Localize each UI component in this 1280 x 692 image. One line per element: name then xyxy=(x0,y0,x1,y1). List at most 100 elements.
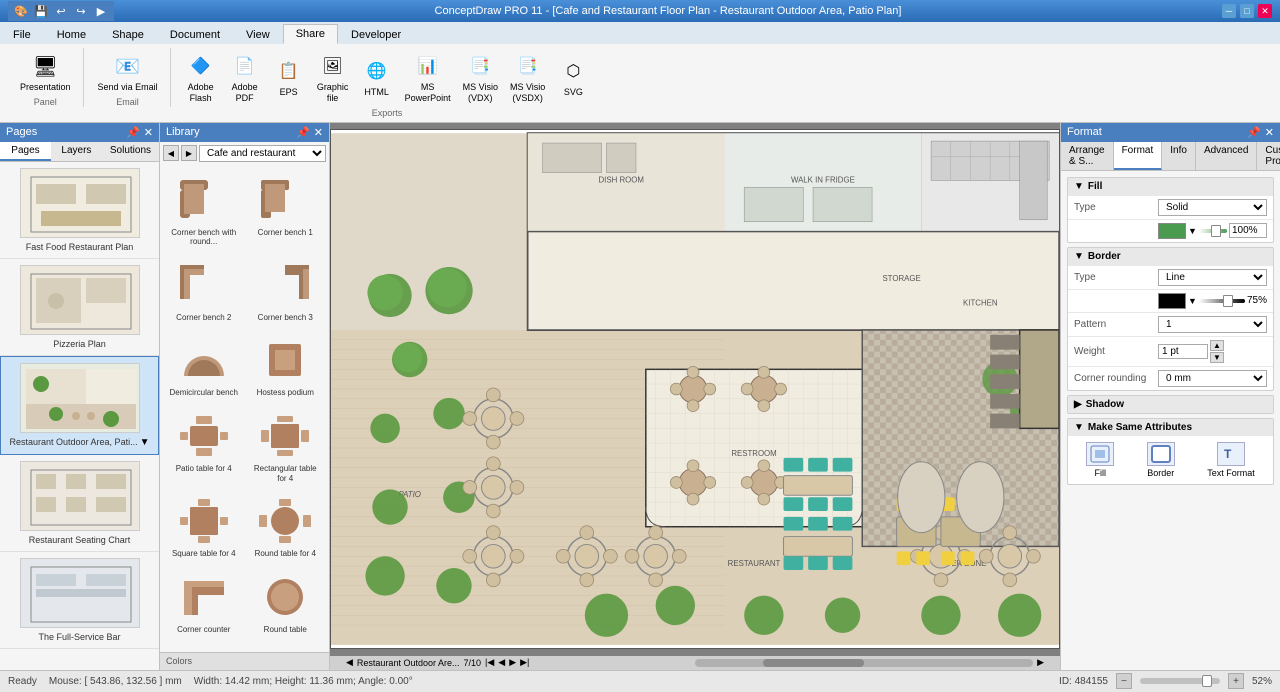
redo-button[interactable]: ↪ xyxy=(72,2,90,20)
lib-item-square-table-4[interactable]: Square table for 4 xyxy=(164,490,244,564)
fmt-tab-info[interactable]: Info xyxy=(1162,142,1196,170)
html-button[interactable]: 🌐 HTML xyxy=(357,53,397,100)
zoom-slider[interactable] xyxy=(1140,678,1220,684)
fill-type-select[interactable]: Solid xyxy=(1158,199,1267,216)
weight-down-btn[interactable]: ▼ xyxy=(1210,352,1224,363)
fill-opacity-input[interactable] xyxy=(1229,223,1267,238)
page-item-fastfood[interactable]: Fast Food Restaurant Plan xyxy=(0,162,159,259)
ms-powerpoint-button[interactable]: 📊 MSPowerPoint xyxy=(401,48,455,106)
page-item-restaurant-outdoor[interactable]: Restaurant Outdoor Area, Pati... ▼ xyxy=(0,356,159,455)
lib-item-corner-bench-round[interactable]: Corner bench with round... xyxy=(164,169,244,252)
nav-next[interactable]: ▶ xyxy=(509,657,516,668)
canvas-scrollbar-horizontal[interactable]: ◀ Restaurant Outdoor Are... 7/10 |◀ ◀ ▶ … xyxy=(330,656,1060,670)
tab-home[interactable]: Home xyxy=(44,24,99,44)
fill-opacity-slider[interactable] xyxy=(1199,229,1227,233)
undo-button[interactable]: ↩ xyxy=(52,2,70,20)
scroll-left-button[interactable]: ◀ xyxy=(346,657,353,668)
tab-file[interactable]: File xyxy=(0,24,44,44)
scrollbar-thumb[interactable] xyxy=(763,659,864,667)
border-color-dropdown[interactable]: ▼ xyxy=(1188,296,1197,306)
nav-prev[interactable]: ◀ xyxy=(498,657,505,668)
border-color-swatch[interactable] xyxy=(1158,293,1186,309)
lib-item-corner-counter[interactable]: Corner counter xyxy=(164,566,244,640)
pages-tab-layers[interactable]: Layers xyxy=(51,142,102,161)
border-opacity-thumb[interactable] xyxy=(1223,295,1233,307)
zoom-in-button[interactable]: + xyxy=(1228,673,1244,689)
tab-document[interactable]: Document xyxy=(157,24,233,44)
zoom-out-button[interactable]: − xyxy=(1116,673,1132,689)
canvas[interactable]: DISH ROOM WALK IN FRIDGE xyxy=(330,123,1060,656)
library-category-select[interactable]: Cafe and restaurant xyxy=(199,145,326,162)
fill-color-swatch[interactable] xyxy=(1158,223,1186,239)
fmt-tab-custom[interactable]: Custom Pro... xyxy=(1257,142,1280,170)
fmt-tab-arrange[interactable]: Arrange & S... xyxy=(1061,142,1114,170)
floor-plan[interactable]: DISH ROOM WALK IN FRIDGE xyxy=(330,129,1060,649)
shadow-section-header[interactable]: ▶ Shadow xyxy=(1068,396,1273,413)
close-button[interactable]: ✕ xyxy=(1258,4,1272,18)
page-item-seating[interactable]: Restaurant Seating Chart xyxy=(0,455,159,552)
save-button[interactable]: 💾 xyxy=(32,2,50,20)
graphic-file-button[interactable]: 🖼 Graphicfile xyxy=(313,48,353,106)
border-pattern-select[interactable]: 1 xyxy=(1158,316,1267,333)
send-email-button[interactable]: 📧 Send via Email xyxy=(94,48,162,95)
make-same-border-button[interactable]: Border xyxy=(1147,442,1175,478)
fmt-tab-format[interactable]: Format xyxy=(1114,142,1163,170)
minimize-button[interactable]: ─ xyxy=(1222,4,1236,18)
library-pin-icon[interactable]: 📌 xyxy=(296,126,310,139)
presentation-button[interactable]: 🖥 Presentation xyxy=(16,48,75,95)
lib-item-corner-table[interactable]: Corner table xyxy=(246,641,326,651)
canvas-scroll[interactable]: DISH ROOM WALK IN FRIDGE xyxy=(330,123,1060,656)
make-same-text-format-button[interactable]: T Text Format xyxy=(1207,442,1255,478)
nav-first[interactable]: |◀ xyxy=(485,657,494,668)
adobe-pdf-button[interactable]: 📄 AdobePDF xyxy=(225,48,265,106)
tab-developer[interactable]: Developer xyxy=(338,24,414,44)
lib-item-round-table[interactable]: Round table xyxy=(246,566,326,640)
eps-button[interactable]: 📋 EPS xyxy=(269,53,309,100)
lib-item-demicircular-bench[interactable]: Demicircular bench xyxy=(164,329,244,403)
adobe-flash-button[interactable]: 🔷 AdobeFlash xyxy=(181,48,221,106)
run-button[interactable]: ▶ xyxy=(92,2,110,20)
svg-button[interactable]: ⬡ SVG xyxy=(553,53,593,100)
lib-item-corner-bench-1[interactable]: Corner bench 1 xyxy=(246,169,326,252)
library-nav-back[interactable]: ◀ xyxy=(163,145,179,161)
page-item-pizzeria[interactable]: Pizzeria Plan xyxy=(0,259,159,356)
make-same-fill-button[interactable]: Fill xyxy=(1086,442,1114,478)
lib-item-rect-table-4[interactable]: Rectangular table for 4 xyxy=(246,405,326,488)
ms-visio-vdx-button[interactable]: 📑 MS Visio(VDX) xyxy=(459,48,502,106)
lib-item-hostess-podium[interactable]: Hostess podium xyxy=(246,329,326,403)
border-opacity-slider[interactable] xyxy=(1199,299,1245,303)
fill-opacity-thumb[interactable] xyxy=(1211,225,1221,237)
fill-section-header[interactable]: ▼ Fill xyxy=(1068,178,1273,195)
library-close-icon[interactable]: ✕ xyxy=(314,126,323,139)
fmt-tab-advanced[interactable]: Advanced xyxy=(1196,142,1257,170)
nav-last[interactable]: ▶| xyxy=(520,657,529,668)
scroll-right-button[interactable]: ▶ xyxy=(1037,657,1044,668)
tab-view[interactable]: View xyxy=(233,24,283,44)
border-type-select[interactable]: Line xyxy=(1158,269,1267,286)
format-pin-icon[interactable]: 📌 xyxy=(1247,126,1261,139)
border-corner-select[interactable]: 0 mm xyxy=(1158,370,1267,387)
tab-shape[interactable]: Shape xyxy=(99,24,157,44)
lib-item-patio-table-4[interactable]: Patio table for 4 xyxy=(164,405,244,488)
scrollbar-track[interactable] xyxy=(695,659,1033,667)
ms-visio-vsdx-button[interactable]: 📑 MS Visio(VSDX) xyxy=(506,48,549,106)
lib-item-round-table-4[interactable]: Round table for 4 xyxy=(246,490,326,564)
tab-share[interactable]: Share xyxy=(283,24,338,44)
fill-color-dropdown[interactable]: ▼ xyxy=(1188,226,1197,236)
lib-item-square-table-round[interactable]: Square table with round... xyxy=(164,641,244,651)
border-section-header[interactable]: ▼ Border xyxy=(1068,248,1273,265)
border-weight-input[interactable] xyxy=(1158,344,1208,359)
make-same-header[interactable]: ▼ Make Same Attributes xyxy=(1068,419,1273,436)
format-close-icon[interactable]: ✕ xyxy=(1265,126,1274,139)
library-nav-forward[interactable]: ▶ xyxy=(181,145,197,161)
pages-pin-icon[interactable]: 📌 xyxy=(126,126,140,139)
lib-item-corner-bench-2[interactable]: Corner bench 2 xyxy=(164,254,244,328)
pages-close-icon[interactable]: ✕ xyxy=(144,126,153,139)
maximize-button[interactable]: □ xyxy=(1240,4,1254,18)
zoom-thumb[interactable] xyxy=(1202,675,1212,687)
lib-item-corner-bench-3[interactable]: Corner bench 3 xyxy=(246,254,326,328)
pages-tab-pages[interactable]: Pages xyxy=(0,142,51,161)
pages-tab-solutions[interactable]: Solutions xyxy=(102,142,159,161)
weight-up-btn[interactable]: ▲ xyxy=(1210,340,1224,351)
page-item-bar[interactable]: The Full-Service Bar xyxy=(0,552,159,649)
